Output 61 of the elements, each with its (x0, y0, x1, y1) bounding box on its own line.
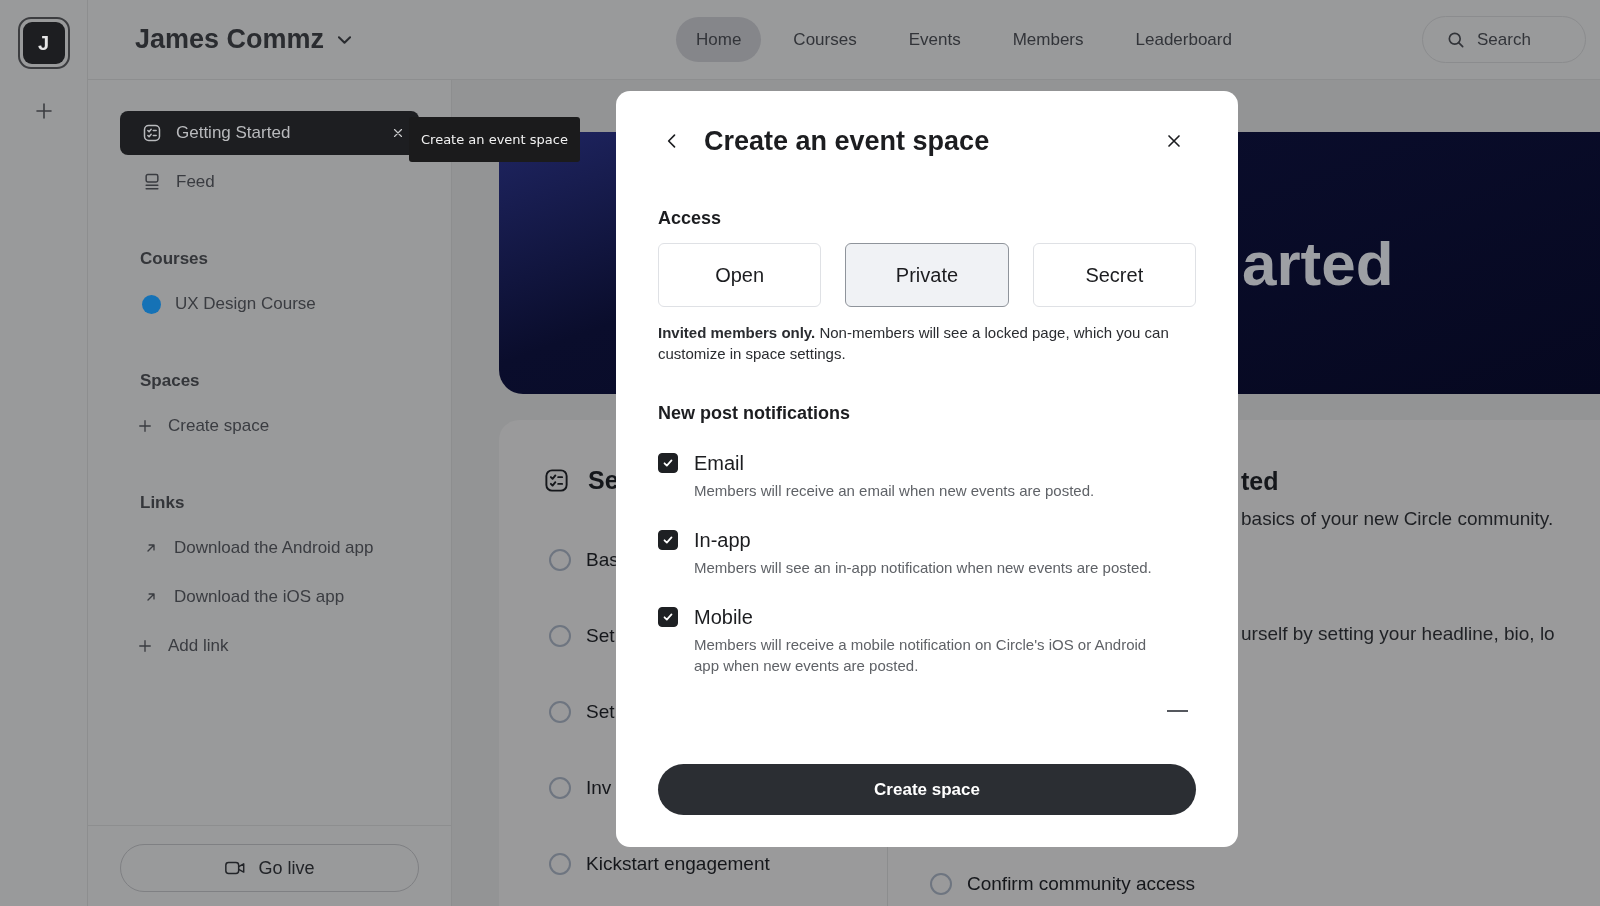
option-description: Members will see an in-app notification when new events are posted. (694, 558, 1153, 578)
sidebar-item[interactable]: Getting Started (120, 111, 419, 155)
detail-text: basics of your new Circle community. (1241, 508, 1555, 530)
sidebar-item[interactable]: UX Design Course (120, 282, 419, 326)
option-description: Members will receive a mobile notification on Circle's iOS or Android app when new events are posted. (694, 635, 1148, 676)
status-circle[interactable] (549, 625, 571, 647)
sidebar-item[interactable]: Download the Android app (120, 526, 419, 570)
section-label: Access (658, 207, 723, 230)
scroll-indicator (1167, 710, 1188, 712)
checkbox-label[interactable]: In-app (694, 528, 751, 552)
nav-tab[interactable]: Members (992, 17, 1104, 62)
sidebar-item[interactable]: Add link (120, 624, 419, 668)
community-name[interactable]: James Commz (135, 24, 325, 55)
section-title: Links (139, 492, 186, 514)
modal-title: Create an event space (704, 125, 990, 157)
create-space-button[interactable]: Create space (658, 764, 1196, 815)
community-avatar[interactable]: J (22, 22, 65, 64)
nav-tab[interactable]: Home (676, 17, 762, 62)
section-title: Courses (139, 248, 210, 270)
status-circle[interactable] (549, 549, 571, 571)
hero-title: arted (1242, 227, 1394, 299)
status-circle[interactable] (549, 777, 571, 799)
checkbox-label[interactable]: Mobile (694, 605, 753, 629)
chevron-down-icon (338, 35, 352, 44)
plus-icon (136, 637, 154, 655)
nav-tab[interactable]: Events (888, 17, 981, 62)
access-description: Invited members only. Non-members will see a locked page, which you can customize in space settings. (658, 323, 1170, 364)
status-circle[interactable] (549, 853, 571, 875)
feed-icon (142, 172, 162, 192)
tooltip: Create an event space (409, 117, 580, 162)
access-option[interactable]: Secret (1032, 243, 1196, 307)
checklist-icon (543, 466, 570, 494)
checkbox-label[interactable]: Email (694, 451, 744, 475)
nav-tab[interactable]: Leaderboard (1115, 17, 1252, 62)
checklist-item[interactable]: Kickstart engagement (586, 853, 770, 875)
checkbox[interactable] (658, 530, 678, 550)
search-field[interactable]: Search (1422, 16, 1586, 63)
sidebar-item[interactable]: Create space (120, 404, 419, 448)
checklist-title: Se (588, 465, 619, 495)
checkbox[interactable] (658, 453, 678, 473)
sidebar-item[interactable]: Download the iOS app (120, 575, 419, 619)
search-icon (1446, 30, 1466, 50)
checkbox[interactable] (658, 607, 678, 627)
checklist-item[interactable]: Confirm community access (967, 873, 1196, 895)
section-label: New post notifications (658, 402, 851, 425)
nav-tab[interactable]: Courses (773, 17, 877, 62)
checklist-item[interactable]: Set (586, 701, 615, 723)
sidebar-item[interactable]: Feed (120, 160, 419, 204)
close-icon[interactable] (391, 126, 405, 140)
plus-icon (136, 417, 154, 435)
checklist-item[interactable]: Set (586, 625, 615, 647)
access-option[interactable]: Open (658, 243, 822, 307)
section-title: Spaces (139, 370, 201, 392)
checklist-icon (142, 123, 162, 143)
access-option[interactable]: Private (845, 243, 1009, 307)
option-description: Members will receive an email when new events are posted. (694, 481, 1096, 501)
status-circle[interactable] (930, 873, 952, 895)
status-circle[interactable] (549, 701, 571, 723)
detail-text: urself by setting your headline, bio, lo (1241, 623, 1556, 645)
checklist-item[interactable]: Inv (586, 777, 612, 799)
detail-title: ted (1241, 467, 1280, 496)
